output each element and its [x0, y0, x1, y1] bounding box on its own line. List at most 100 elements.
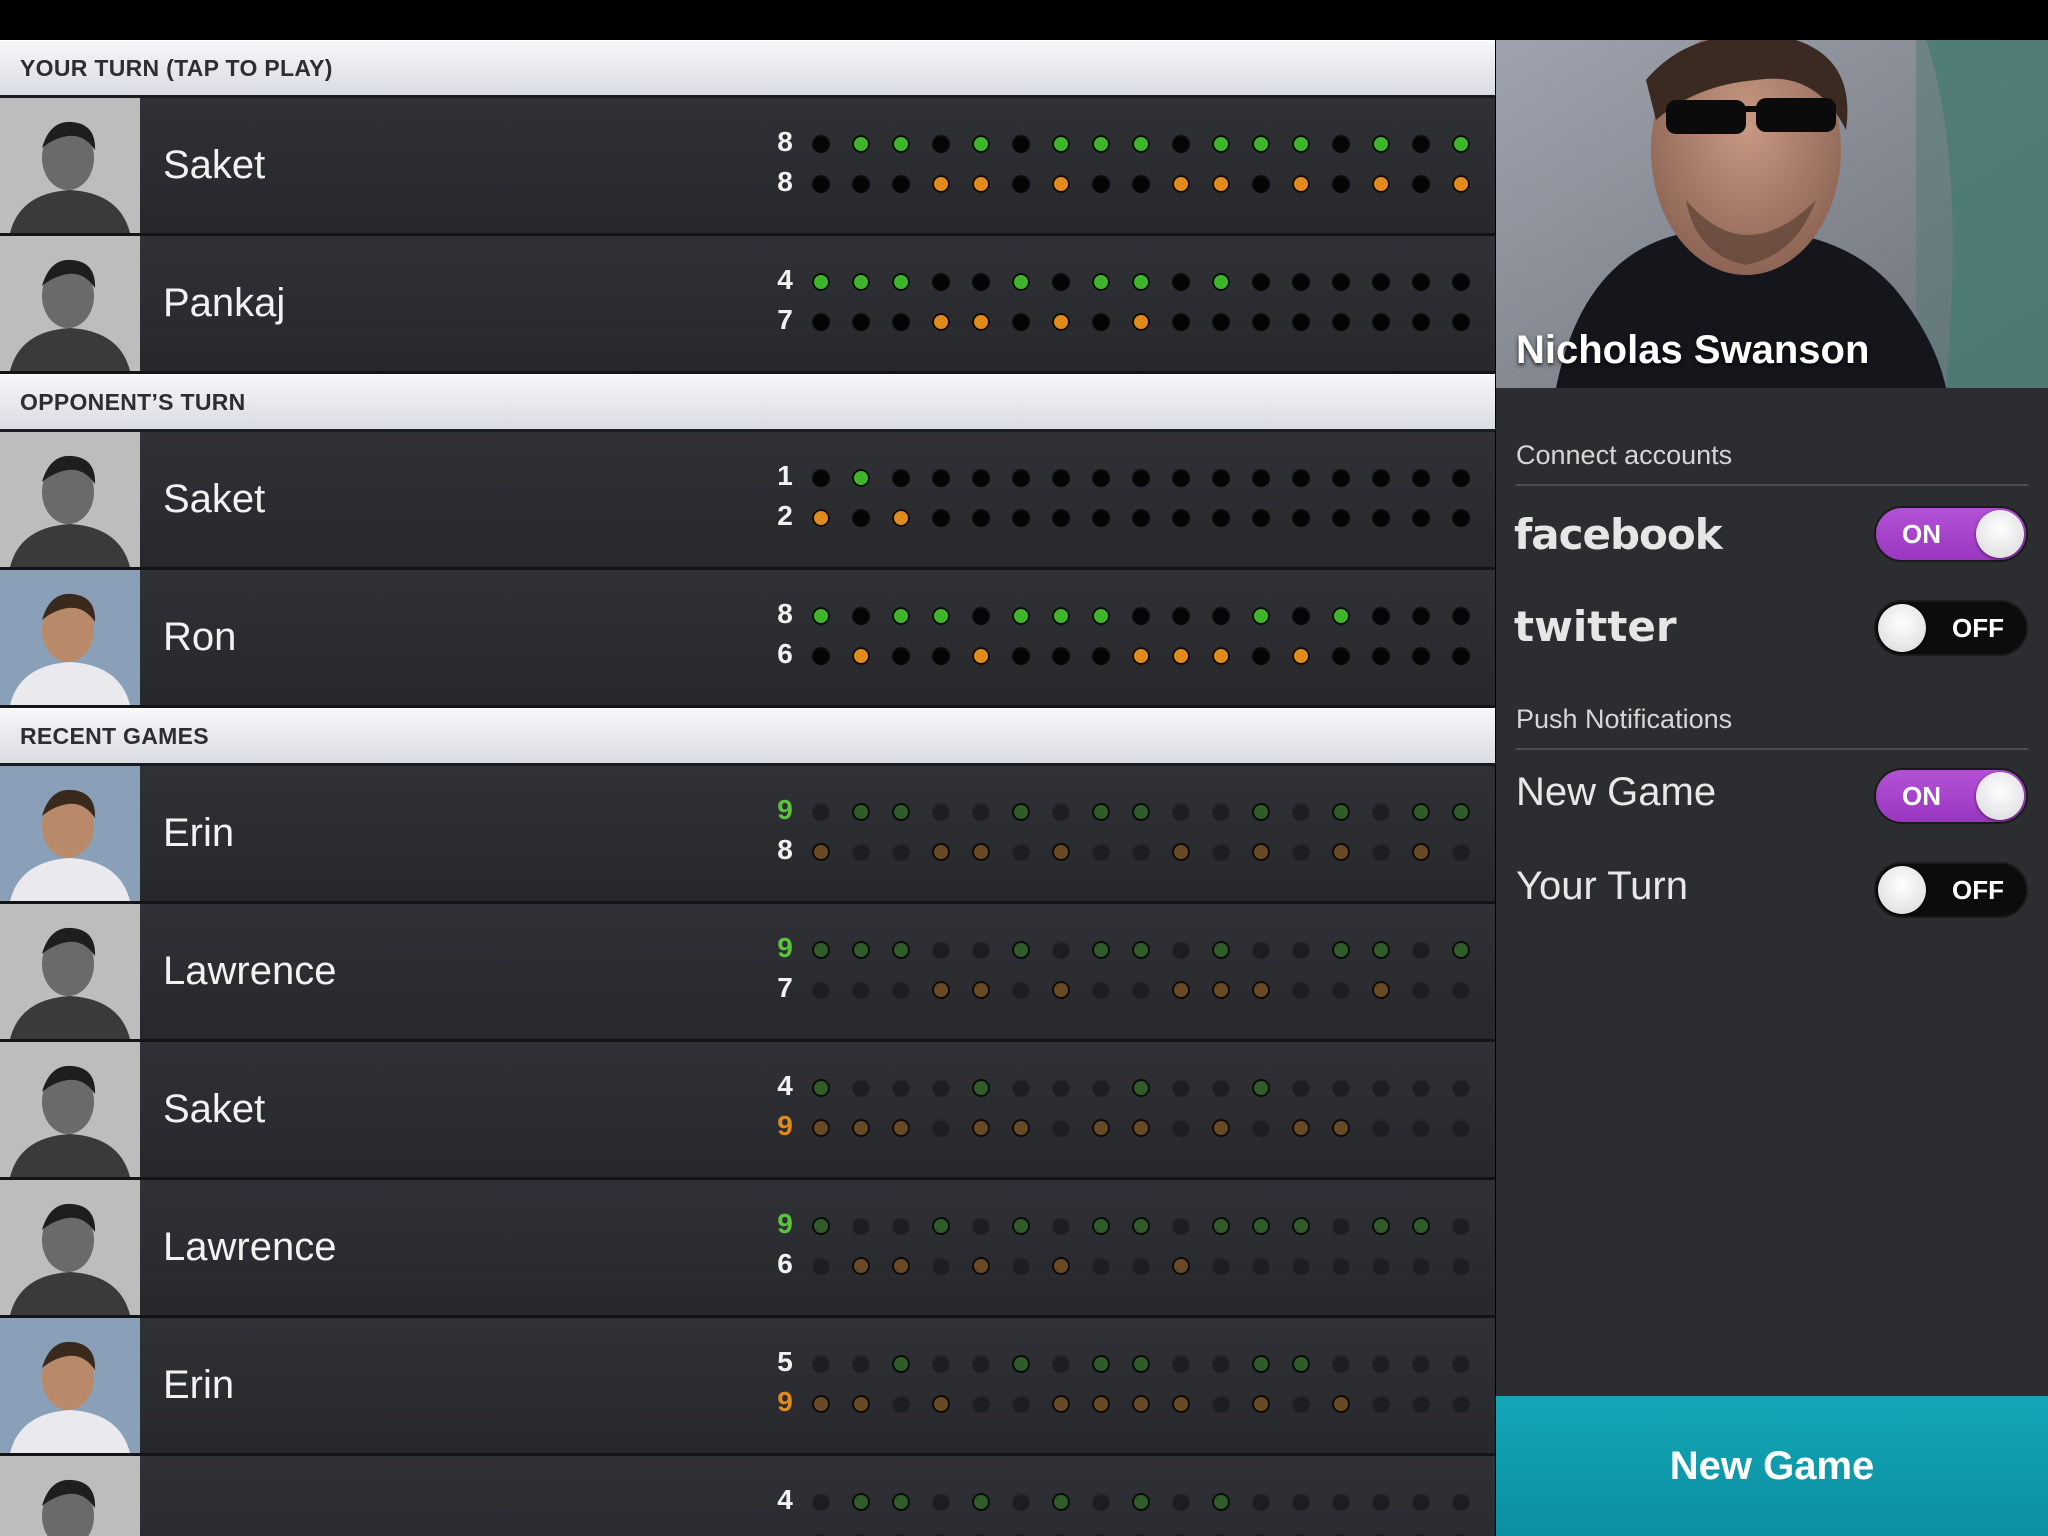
round-dot	[852, 175, 870, 193]
game-row[interactable]: Erin 9 8	[0, 766, 1495, 904]
round-won-dot	[1132, 273, 1150, 291]
round-dot	[1132, 469, 1150, 487]
player-rounds	[812, 1217, 1492, 1235]
player-rounds	[812, 941, 1492, 959]
round-won-dot	[1212, 941, 1230, 959]
player-name: Saket	[163, 477, 266, 521]
round-won-dot	[1052, 981, 1070, 999]
game-row[interactable]: Lawrence 9 6	[0, 1180, 1495, 1318]
round-dot	[1132, 509, 1150, 527]
round-won-dot	[852, 469, 870, 487]
opponent-rounds	[812, 509, 1492, 527]
player-rounds	[812, 607, 1492, 625]
round-dot	[1292, 607, 1310, 625]
opponent-rounds	[812, 1257, 1492, 1275]
round-dot	[1212, 607, 1230, 625]
round-dot	[932, 803, 950, 821]
round-dot	[1452, 607, 1470, 625]
new-game-button[interactable]: New Game	[1496, 1396, 2048, 1536]
round-won-dot	[852, 1119, 870, 1137]
round-won-dot	[932, 313, 950, 331]
round-dot	[892, 1079, 910, 1097]
round-dot	[1292, 273, 1310, 291]
round-won-dot	[892, 803, 910, 821]
round-dot	[1092, 1079, 1110, 1097]
toggle-knob	[1976, 510, 2024, 558]
round-won-dot	[1212, 175, 1230, 193]
round-won-dot	[1052, 1257, 1070, 1275]
game-row[interactable]: Pankaj 4 7	[0, 236, 1495, 374]
opponent-score: 9	[777, 1386, 793, 1417]
round-dot	[972, 1355, 990, 1373]
round-dot	[812, 1355, 830, 1373]
round-dot	[1452, 273, 1470, 291]
round-dot	[1012, 469, 1030, 487]
new-game-notification-toggle[interactable]: ON	[1874, 768, 2028, 824]
round-dot	[1052, 273, 1070, 291]
your-turn-notification-toggle[interactable]: OFF	[1874, 862, 2028, 918]
section-your-turn: YOUR TURN (TAP TO PLAY)	[0, 40, 1495, 98]
round-dot	[1252, 273, 1270, 291]
round-won-dot	[812, 1119, 830, 1137]
round-won-dot	[1212, 981, 1230, 999]
game-row[interactable]: Saket 4 9	[0, 1042, 1495, 1180]
game-row[interactable]: Lawrence 9 7	[0, 904, 1495, 1042]
round-won-dot	[1092, 1355, 1110, 1373]
game-row[interactable]: 4	[0, 1456, 1495, 1536]
player-score: 9	[777, 1208, 793, 1239]
round-won-dot	[812, 941, 830, 959]
round-won-dot	[1092, 1217, 1110, 1235]
player-rounds	[812, 469, 1492, 487]
round-won-dot	[1252, 1079, 1270, 1097]
game-row[interactable]: Saket 1 2	[0, 432, 1495, 570]
round-dot	[1412, 135, 1430, 153]
round-dot	[852, 843, 870, 861]
player-score: 4	[777, 1070, 793, 1101]
round-dot	[1332, 273, 1350, 291]
round-won-dot	[1052, 1395, 1070, 1413]
round-dot	[1372, 1257, 1390, 1275]
round-won-dot	[1092, 607, 1110, 625]
player-name: Saket	[163, 143, 266, 187]
round-dot	[1292, 469, 1310, 487]
avatar	[0, 432, 140, 567]
game-row[interactable]: Erin 5 9	[0, 1318, 1495, 1456]
round-dot	[1172, 941, 1190, 959]
round-dot	[1452, 469, 1470, 487]
player-score: 8	[777, 598, 793, 629]
facebook-toggle[interactable]: ON	[1874, 506, 2028, 562]
game-row[interactable]: Ron 8 6	[0, 570, 1495, 708]
round-dot	[1412, 981, 1430, 999]
round-dot	[932, 647, 950, 665]
game-row[interactable]: Saket 8 8	[0, 98, 1495, 236]
round-dot	[972, 273, 990, 291]
round-dot	[1412, 607, 1430, 625]
round-dot	[1412, 469, 1430, 487]
twitter-logo: twitter	[1514, 602, 1677, 651]
round-dot	[1252, 1119, 1270, 1137]
round-dot	[1372, 1079, 1390, 1097]
round-dot	[812, 1257, 830, 1275]
round-dot	[892, 313, 910, 331]
round-won-dot	[1132, 1355, 1150, 1373]
round-won-dot	[1052, 135, 1070, 153]
round-won-dot	[892, 273, 910, 291]
round-won-dot	[1092, 135, 1110, 153]
round-dot	[1332, 981, 1350, 999]
round-won-dot	[892, 1355, 910, 1373]
round-dot	[1332, 1493, 1350, 1511]
round-dot	[1052, 647, 1070, 665]
round-dot	[1172, 803, 1190, 821]
round-dot	[1452, 1493, 1470, 1511]
game-list[interactable]: YOUR TURN (TAP TO PLAY) Saket 8 8 Pankaj 4 7…	[0, 40, 1495, 1536]
round-dot	[1012, 1395, 1030, 1413]
avatar	[0, 236, 140, 371]
twitter-toggle[interactable]: OFF	[1874, 600, 2028, 656]
round-won-dot	[1252, 981, 1270, 999]
round-dot	[1332, 1257, 1350, 1275]
round-won-dot	[812, 273, 830, 291]
round-dot	[1212, 509, 1230, 527]
avatar	[0, 570, 140, 705]
round-dot	[1292, 1493, 1310, 1511]
round-won-dot	[1092, 941, 1110, 959]
